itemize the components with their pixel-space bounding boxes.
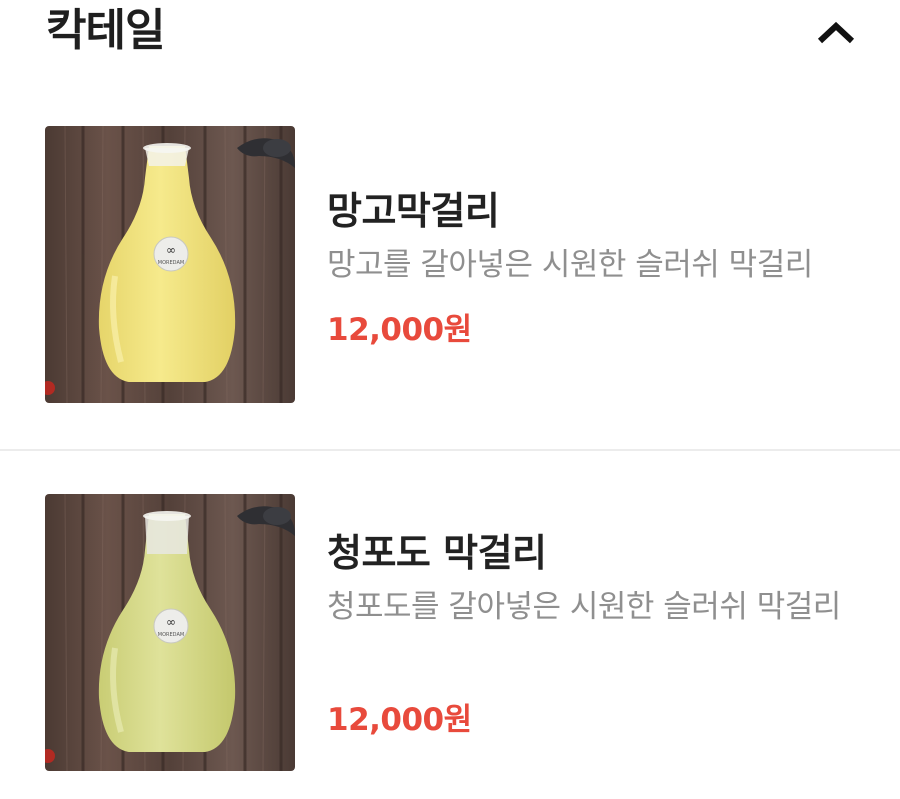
item-description: 청포도를 갈아넣은 시원한 슬러쉬 막걸리 <box>327 589 841 625</box>
chevron-up-icon <box>817 21 855 44</box>
category-header[interactable]: 칵테일 <box>0 0 900 70</box>
item-description: 망고를 갈아넣은 시원한 슬러쉬 막걸리 <box>327 247 813 283</box>
svg-text:∞: ∞ <box>166 615 176 629</box>
svg-text:MOREDAM: MOREDAM <box>158 260 184 266</box>
item-name: 청포도 막걸리 <box>327 531 547 575</box>
category-title: 칵테일 <box>46 5 165 56</box>
product-image: ∞ MOREDAM <box>45 494 295 771</box>
collapse-button[interactable] <box>808 8 864 56</box>
menu-item-green-grape-makgeolli[interactable]: ∞ MOREDAM 청포도 막걸리 청포도를 갈아넣은 시원한 슬러쉬 막걸리 … <box>0 494 900 774</box>
item-price: 12,000원 <box>327 702 472 738</box>
svg-text:∞: ∞ <box>166 243 176 257</box>
product-image: ∞ MOREDAM <box>45 126 295 403</box>
divider <box>0 449 900 451</box>
svg-text:MOREDAM: MOREDAM <box>158 632 184 638</box>
item-price: 12,000원 <box>327 312 472 348</box>
menu-page: 칵테일 ∞ MOREDAM 망고막걸리 망고를 갈아넣은 시원한 슬러쉬 막걸리… <box>0 0 900 799</box>
item-name: 망고막걸리 <box>327 189 500 233</box>
menu-item-mango-makgeolli[interactable]: ∞ MOREDAM 망고막걸리 망고를 갈아넣은 시원한 슬러쉬 막걸리 12,… <box>0 126 900 406</box>
